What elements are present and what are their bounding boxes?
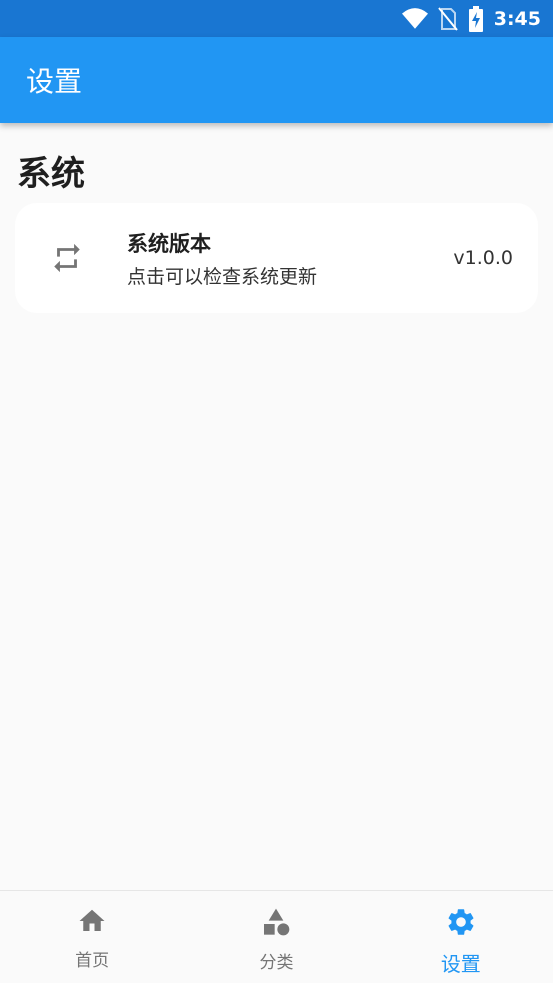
- battery-charging-icon: [468, 5, 484, 32]
- no-sim-icon: [437, 6, 458, 31]
- system-version-item[interactable]: 系统版本 点击可以检查系统更新 v1.0.0: [15, 203, 538, 313]
- nav-label-settings: 设置: [440, 952, 481, 976]
- status-time: 3:45: [493, 7, 541, 30]
- category-icon: [260, 906, 292, 942]
- repeat-icon: [15, 241, 119, 275]
- item-title: 系统版本: [127, 231, 211, 256]
- status-bar: 3:45: [0, 0, 553, 37]
- page-title: 设置: [26, 65, 83, 98]
- nav-item-home[interactable]: 首页: [0, 891, 184, 983]
- bottom-nav: 首页 分类 设置: [0, 890, 553, 983]
- wifi-icon: [401, 7, 428, 30]
- app-bar: 设置: [0, 37, 553, 123]
- nav-label-home: 首页: [75, 951, 110, 971]
- home-icon: [76, 906, 108, 940]
- item-texts: 系统版本 点击可以检查系统更新: [119, 228, 453, 289]
- nav-item-category[interactable]: 分类: [184, 891, 368, 983]
- settings-icon: [445, 906, 477, 942]
- nav-label-category: 分类: [259, 953, 294, 973]
- item-subtitle: 点击可以检查系统更新: [127, 265, 318, 288]
- nav-item-settings[interactable]: 设置: [369, 891, 553, 983]
- version-value: v1.0.0: [453, 247, 513, 269]
- section-title: 系统: [17, 154, 85, 194]
